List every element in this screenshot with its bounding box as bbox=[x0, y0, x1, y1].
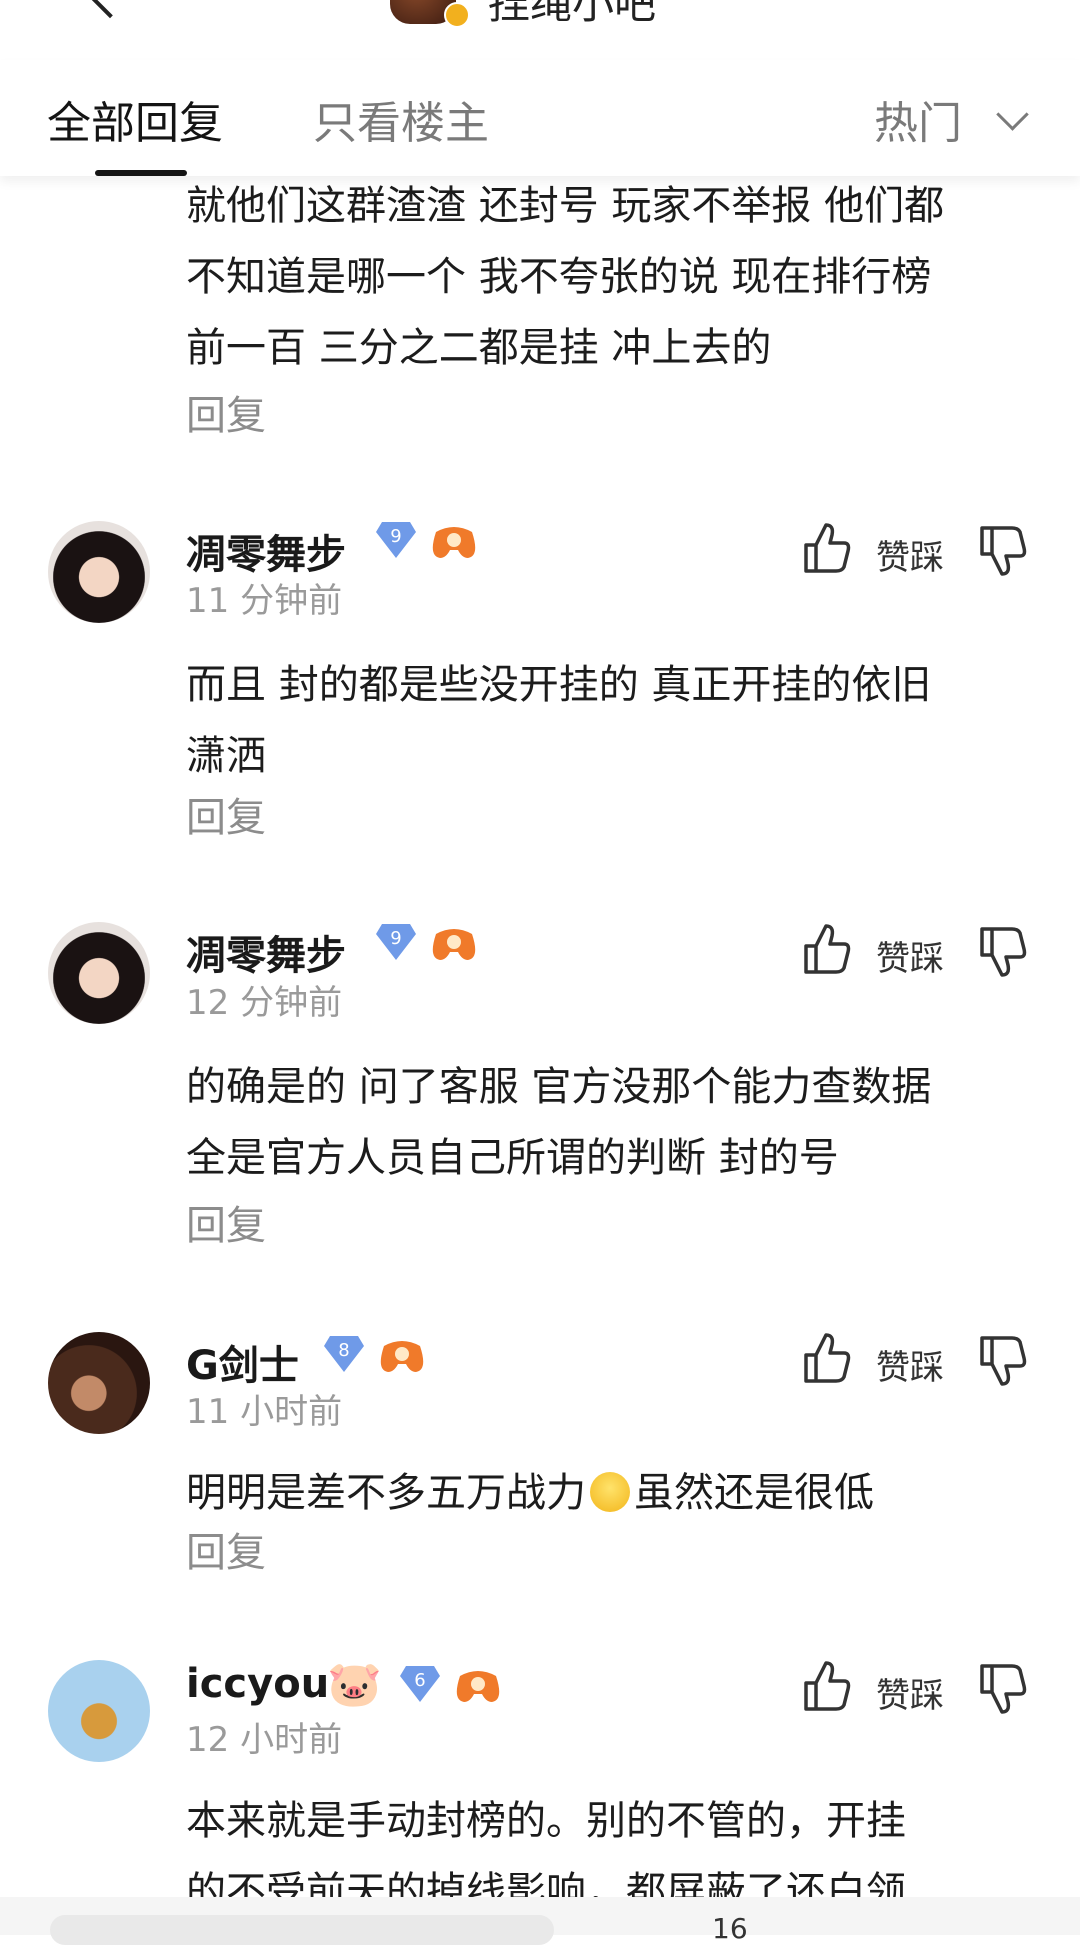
level-badge: 8 bbox=[322, 1334, 366, 1374]
dislike-label[interactable]: 踩 bbox=[910, 939, 944, 979]
comment-time: 11 分钟前 bbox=[186, 581, 343, 621]
level-badge: 6 bbox=[398, 1664, 442, 1704]
comment-count[interactable]: 16 bbox=[712, 1912, 748, 1945]
gamepad-badge-icon bbox=[454, 1666, 502, 1706]
avatar[interactable] bbox=[48, 922, 150, 1024]
thumbs-down-icon[interactable] bbox=[978, 524, 1028, 578]
reply-button[interactable]: 回复 bbox=[186, 1193, 266, 1251]
back-arrow-icon[interactable] bbox=[88, 0, 132, 19]
tab-op-only[interactable]: 只看楼主 bbox=[313, 87, 489, 151]
dislike-label[interactable]: 踩 bbox=[910, 1676, 944, 1716]
reply-filter-tabs: 全部回复 只看楼主 热门 bbox=[0, 60, 1080, 176]
like-label[interactable]: 赞 bbox=[876, 1676, 910, 1716]
thumbs-up-icon[interactable] bbox=[802, 521, 852, 575]
comment-time: 12 分钟前 bbox=[186, 983, 343, 1023]
active-tab-indicator bbox=[95, 170, 187, 176]
dislike-label[interactable]: 踩 bbox=[910, 1348, 944, 1388]
like-dislike-labels: 赞踩 bbox=[876, 1668, 944, 1717]
avatar[interactable] bbox=[48, 1332, 150, 1434]
thumbs-up-icon[interactable] bbox=[802, 1659, 852, 1713]
like-label[interactable]: 赞 bbox=[876, 939, 910, 979]
reply-button[interactable]: 回复 bbox=[186, 1520, 266, 1578]
thumbs-down-icon[interactable] bbox=[978, 925, 1028, 979]
comment-line: 明明是差不多五万战力 虽然还是很低 bbox=[186, 1458, 1026, 1529]
comment-text: 就他们这群渣渣 还封号 玩家不举报 他们都 不知道是哪一个 我不夸张的说 现在排… bbox=[186, 171, 1026, 384]
like-dislike-labels: 赞踩 bbox=[876, 530, 944, 579]
level-badge: 9 bbox=[374, 520, 418, 560]
comment-text: 明明是差不多五万战力 虽然还是很低 bbox=[186, 1458, 1026, 1529]
like-dislike-labels: 赞踩 bbox=[876, 931, 944, 980]
reply-button[interactable]: 回复 bbox=[186, 383, 266, 441]
comment-text-segment: 虽然还是很低 bbox=[634, 1470, 874, 1516]
comment-text: 的确是的 问了客服 官方没那个能力查数据 全是官方人员自己所谓的判断 封的号 bbox=[186, 1052, 1026, 1194]
reply-button[interactable]: 回复 bbox=[186, 785, 266, 843]
gamepad-badge-icon bbox=[430, 522, 478, 562]
dislike-label[interactable]: 踩 bbox=[910, 538, 944, 578]
username[interactable]: G剑士 bbox=[186, 1333, 299, 1391]
thumbs-down-icon[interactable] bbox=[978, 1662, 1028, 1716]
username[interactable]: iccyou bbox=[186, 1661, 329, 1707]
comment-line: 就他们这群渣渣 还封号 玩家不举报 他们都 bbox=[186, 183, 945, 229]
forum-title[interactable]: 捏绳小吧 bbox=[488, 0, 656, 31]
username[interactable]: 凋零舞步 bbox=[186, 522, 346, 580]
level-number: 9 bbox=[390, 526, 401, 547]
pig-emoji-icon: 🐷 bbox=[327, 1659, 382, 1710]
username[interactable]: 凋零舞步 bbox=[186, 923, 346, 981]
comment-time: 11 小时前 bbox=[186, 1392, 343, 1432]
gamepad-badge-icon bbox=[378, 1336, 426, 1376]
forum-badge-icon bbox=[444, 2, 470, 28]
level-badge: 9 bbox=[374, 922, 418, 962]
comment-text: 而且 封的都是些没开挂的 真正开挂的依旧 潇洒 bbox=[186, 650, 1026, 792]
chevron-down-icon[interactable] bbox=[996, 98, 1029, 131]
comment-time: 12 小时前 bbox=[186, 1720, 343, 1760]
comment-line: 前一百 三分之二都是挂 冲上去的 bbox=[186, 325, 772, 371]
gamepad-badge-icon bbox=[430, 924, 478, 964]
comment-line: 而且 封的都是些没开挂的 真正开挂的依旧 bbox=[186, 662, 932, 708]
like-label[interactable]: 赞 bbox=[876, 538, 910, 578]
like-label[interactable]: 赞 bbox=[876, 1348, 910, 1388]
tab-all-replies[interactable]: 全部回复 bbox=[47, 87, 223, 151]
reply-input[interactable] bbox=[50, 1915, 554, 1945]
comment-line: 全是官方人员自己所谓的判断 封的号 bbox=[186, 1135, 839, 1181]
comment-line: 不知道是哪一个 我不夸张的说 现在排行榜 bbox=[186, 254, 932, 300]
avatar[interactable] bbox=[48, 521, 150, 623]
level-number: 8 bbox=[338, 1340, 349, 1361]
smiley-emoji-icon bbox=[590, 1472, 630, 1512]
sort-selector[interactable]: 热门 bbox=[874, 87, 962, 151]
comment-text-segment: 明明是差不多五万战力 bbox=[186, 1470, 586, 1516]
avatar[interactable] bbox=[48, 1660, 150, 1762]
comment-line: 潇洒 bbox=[186, 733, 266, 779]
thumbs-down-icon[interactable] bbox=[978, 1334, 1028, 1388]
top-navigation-bar: 捏绳小吧 bbox=[0, 0, 1080, 40]
level-number: 9 bbox=[390, 928, 401, 949]
level-number: 6 bbox=[414, 1670, 425, 1691]
comment-line: 的确是的 问了客服 官方没那个能力查数据 bbox=[186, 1064, 932, 1110]
thumbs-up-icon[interactable] bbox=[802, 922, 852, 976]
comment-line: 本来就是手动封榜的。别的不管的，开挂 bbox=[186, 1798, 906, 1844]
thumbs-up-icon[interactable] bbox=[802, 1331, 852, 1385]
like-dislike-labels: 赞踩 bbox=[876, 1340, 944, 1389]
